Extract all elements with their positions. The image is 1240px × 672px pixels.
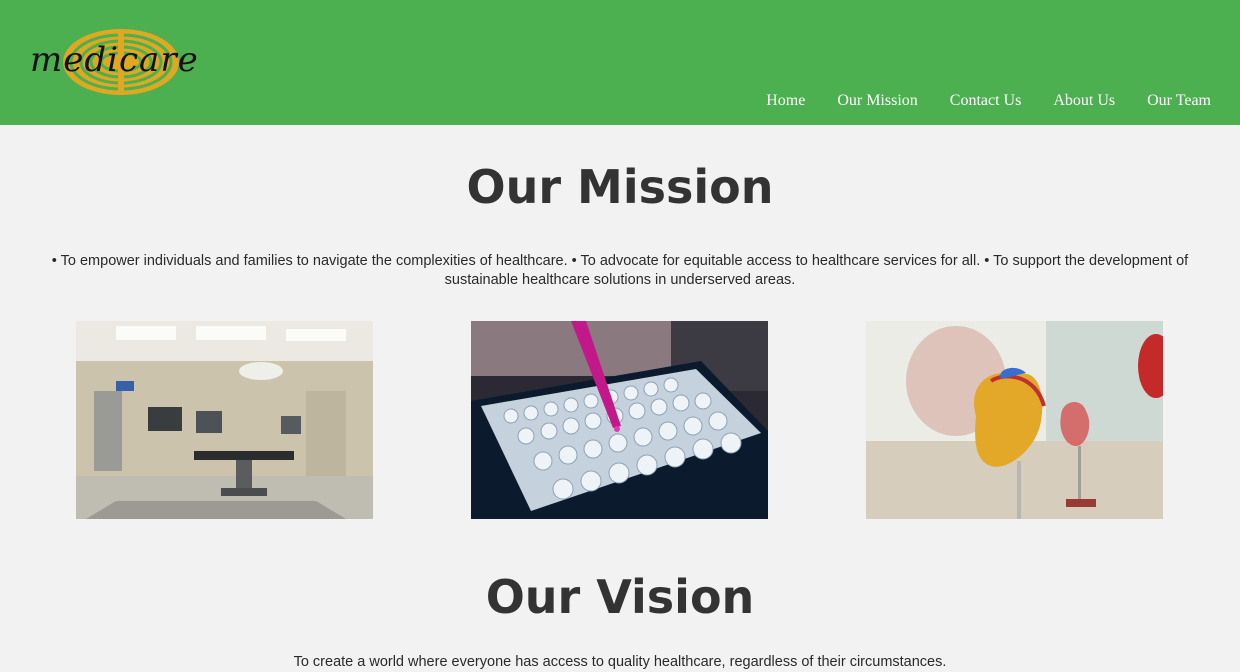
operating-room-image (76, 321, 373, 519)
vision-title: Our Vision (485, 570, 755, 624)
nav-our-mission[interactable]: Our Mission (837, 90, 917, 112)
nav-contact-us[interactable]: Contact Us (950, 90, 1022, 112)
nav-our-team[interactable]: Our Team (1147, 90, 1211, 112)
mission-title: Our Mission (466, 160, 774, 214)
site-header: medicare Home Our Mission Contact Us Abo… (0, 0, 1240, 125)
nav-home[interactable]: Home (766, 90, 805, 112)
medicare-logo[interactable]: medicare (28, 26, 223, 98)
logo-text: medicare (30, 40, 199, 80)
main-nav: Home Our Mission Contact Us About Us Our… (734, 90, 1211, 112)
nav-about-us[interactable]: About Us (1053, 90, 1115, 112)
mission-text: • To empower individuals and families to… (51, 253, 1189, 288)
heart-model-image (866, 321, 1163, 519)
lab-pipette-image (471, 321, 768, 519)
